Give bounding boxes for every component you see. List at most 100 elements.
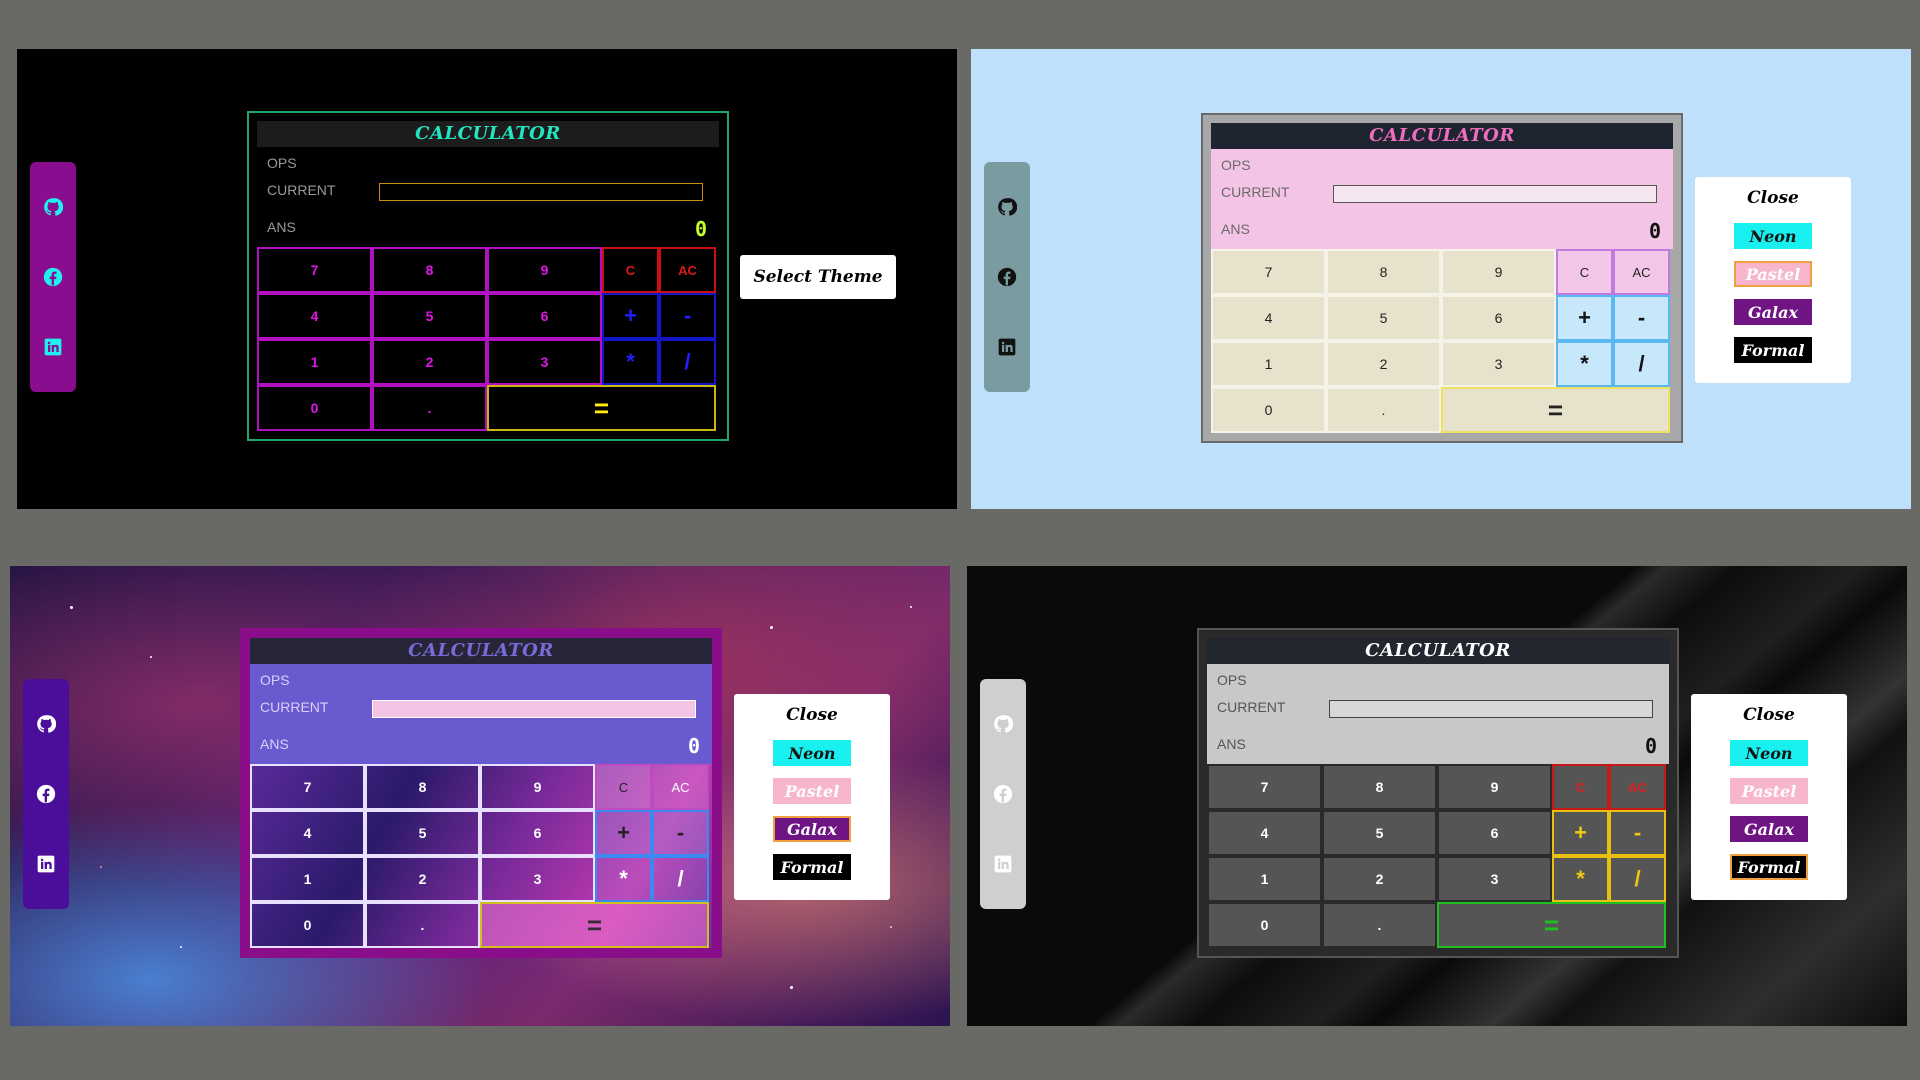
key-decimal[interactable]: . [372,385,487,431]
key-equals[interactable]: = [480,902,709,948]
theme-neon-button[interactable]: Neon [1734,223,1812,249]
key-equals[interactable]: = [1441,387,1670,433]
close-button[interactable]: Close [1747,185,1799,211]
key-4[interactable]: 4 [250,810,365,856]
key-decimal[interactable]: . [365,902,480,948]
theme-galax-button[interactable]: Galax [1730,816,1808,842]
key-2[interactable]: 2 [1322,856,1437,902]
key-0[interactable]: 0 [250,902,365,948]
key-2[interactable]: 2 [365,856,480,902]
key-5[interactable]: 5 [1326,295,1441,341]
key-8[interactable]: 8 [372,247,487,293]
linkedin-icon[interactable] [996,336,1018,358]
key-5[interactable]: 5 [1322,810,1437,856]
key-3[interactable]: 3 [480,856,595,902]
key-all-clear[interactable]: AC [659,247,716,293]
key-multiply[interactable]: * [1552,856,1609,902]
github-icon[interactable] [35,713,57,735]
theme-neon-button[interactable]: Neon [1730,740,1808,766]
key-6[interactable]: 6 [487,293,602,339]
facebook-icon[interactable] [42,266,64,288]
key-6[interactable]: 6 [1441,295,1556,341]
key-9[interactable]: 9 [1437,764,1552,810]
github-icon[interactable] [42,196,64,218]
key-minus[interactable]: - [659,293,716,339]
key-2[interactable]: 2 [372,339,487,385]
current-input[interactable] [379,183,703,201]
key-9[interactable]: 9 [487,247,602,293]
key-plus[interactable]: + [1552,810,1609,856]
key-equals[interactable]: = [487,385,716,431]
key-2[interactable]: 2 [1326,341,1441,387]
key-3[interactable]: 3 [487,339,602,385]
key-multiply[interactable]: * [1556,341,1613,387]
key-8[interactable]: 8 [1326,249,1441,295]
key-plus[interactable]: + [595,810,652,856]
key-7[interactable]: 7 [1207,764,1322,810]
key-divide[interactable]: / [1609,856,1666,902]
key-9[interactable]: 9 [1441,249,1556,295]
github-icon[interactable] [996,196,1018,218]
key-multiply[interactable]: * [595,856,652,902]
linkedin-icon[interactable] [35,853,57,875]
key-plus[interactable]: + [602,293,659,339]
key-4[interactable]: 4 [257,293,372,339]
key-1[interactable]: 1 [1211,341,1326,387]
key-minus[interactable]: - [652,810,709,856]
current-input[interactable] [1333,185,1657,203]
key-all-clear[interactable]: AC [1613,249,1670,295]
theme-formal-button[interactable]: Formal [1734,337,1812,363]
key-5[interactable]: 5 [365,810,480,856]
key-all-clear[interactable]: AC [1609,764,1666,810]
key-clear[interactable]: C [1556,249,1613,295]
github-icon[interactable] [992,713,1014,735]
key-1[interactable]: 1 [257,339,372,385]
key-3[interactable]: 3 [1441,341,1556,387]
linkedin-icon[interactable] [42,336,64,358]
key-6[interactable]: 6 [480,810,595,856]
key-4[interactable]: 4 [1211,295,1326,341]
facebook-icon[interactable] [992,783,1014,805]
key-8[interactable]: 8 [1322,764,1437,810]
key-0[interactable]: 0 [257,385,372,431]
linkedin-icon[interactable] [992,853,1014,875]
facebook-icon[interactable] [996,266,1018,288]
theme-formal-button[interactable]: Formal [773,854,851,880]
key-equals[interactable]: = [1437,902,1666,948]
theme-pastel-button[interactable]: Pastel [1730,778,1808,804]
key-minus[interactable]: - [1613,295,1670,341]
key-decimal[interactable]: . [1322,902,1437,948]
key-4[interactable]: 4 [1207,810,1322,856]
key-8[interactable]: 8 [365,764,480,810]
key-multiply[interactable]: * [602,339,659,385]
key-3[interactable]: 3 [1437,856,1552,902]
key-6[interactable]: 6 [1437,810,1552,856]
key-divide[interactable]: / [1613,341,1670,387]
key-0[interactable]: 0 [1207,902,1322,948]
key-7[interactable]: 7 [250,764,365,810]
key-divide[interactable]: / [652,856,709,902]
key-divide[interactable]: / [659,339,716,385]
key-5[interactable]: 5 [372,293,487,339]
key-7[interactable]: 7 [257,247,372,293]
close-button[interactable]: Close [786,702,838,728]
key-0[interactable]: 0 [1211,387,1326,433]
key-clear[interactable]: C [1552,764,1609,810]
theme-formal-button[interactable]: Formal [1730,854,1808,880]
current-input[interactable] [1329,700,1653,718]
key-1[interactable]: 1 [250,856,365,902]
key-plus[interactable]: + [1556,295,1613,341]
theme-galax-button[interactable]: Galax [773,816,851,842]
select-theme-button[interactable]: Select Theme [740,255,896,299]
key-9[interactable]: 9 [480,764,595,810]
key-clear[interactable]: C [595,764,652,810]
theme-pastel-button[interactable]: Pastel [773,778,851,804]
key-decimal[interactable]: . [1326,387,1441,433]
key-1[interactable]: 1 [1207,856,1322,902]
key-minus[interactable]: - [1609,810,1666,856]
key-all-clear[interactable]: AC [652,764,709,810]
key-7[interactable]: 7 [1211,249,1326,295]
key-clear[interactable]: C [602,247,659,293]
close-button[interactable]: Close [1743,702,1795,728]
current-input[interactable] [372,700,696,718]
